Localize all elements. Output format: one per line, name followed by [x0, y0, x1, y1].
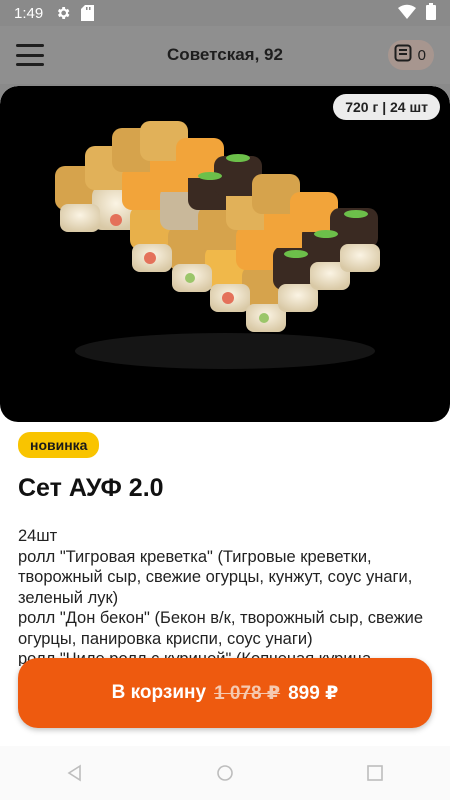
- add-to-cart-button[interactable]: В корзину 1 078 ₽ 899 ₽: [18, 658, 432, 728]
- new-badge: новинка: [18, 432, 100, 458]
- status-bar: 1:49: [0, 0, 450, 26]
- current-price: 899 ₽: [288, 682, 339, 704]
- weight-count-chip: 720 г | 24 шт: [333, 94, 440, 120]
- product-image: 720 г | 24 шт: [0, 86, 450, 422]
- gear-icon: [55, 5, 71, 21]
- home-icon[interactable]: [205, 753, 245, 793]
- wifi-icon: [398, 4, 416, 23]
- back-icon[interactable]: [55, 753, 95, 793]
- recents-icon[interactable]: [355, 753, 395, 793]
- product-sheet: 720 г | 24 шт новинка Сет АУФ 2.0 24шт р…: [0, 86, 450, 746]
- cart-icon: [394, 44, 412, 66]
- battery-icon: [426, 2, 436, 24]
- sd-card-icon: [81, 5, 95, 21]
- menu-icon[interactable]: [16, 44, 44, 66]
- product-title: Сет АУФ 2.0: [18, 474, 164, 502]
- app-header: Советская, 92 0: [0, 26, 450, 84]
- product-description: 24шт ролл "Тигровая креветка" (Тигровые …: [18, 527, 424, 666]
- cart-count: 0: [417, 46, 426, 64]
- cart-button[interactable]: 0: [387, 40, 434, 70]
- add-to-cart-label: В корзину: [111, 682, 207, 703]
- system-nav-bar: [0, 746, 450, 800]
- old-price: 1 078 ₽: [214, 682, 281, 704]
- sushi-set-illustration: [55, 121, 380, 369]
- delivery-address[interactable]: Советская, 92: [0, 45, 450, 65]
- status-time: 1:49: [14, 4, 44, 22]
